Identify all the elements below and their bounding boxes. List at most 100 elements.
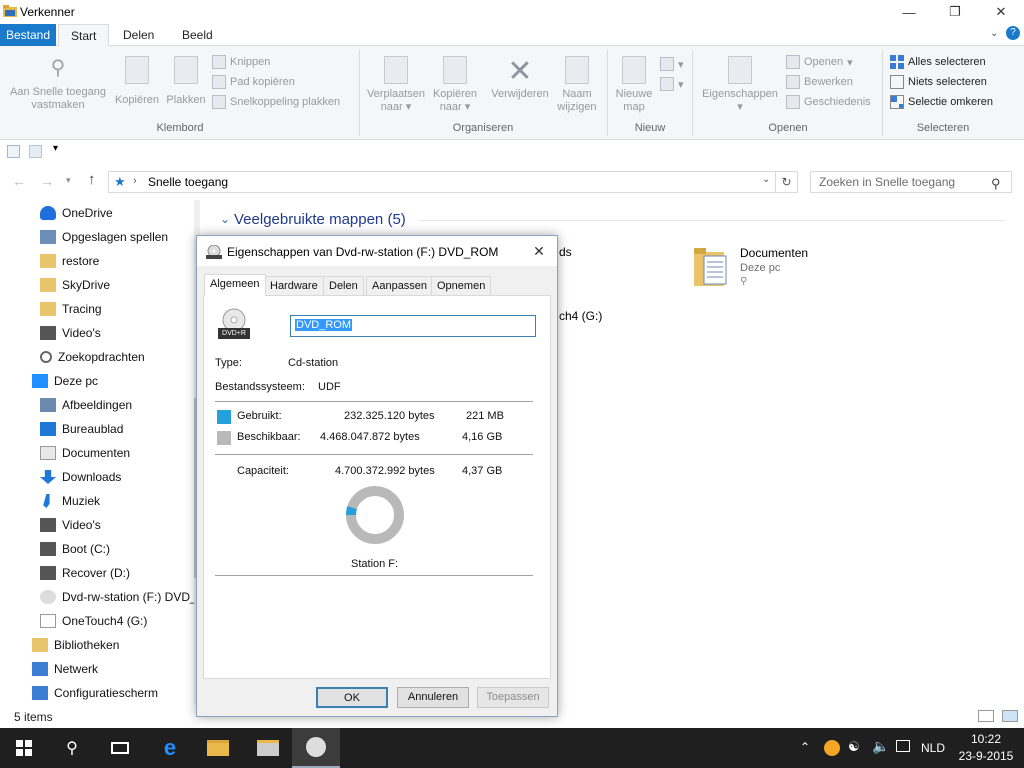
- nav-item[interactable]: Tracing: [0, 297, 194, 321]
- nav-item[interactable]: Configuratiescherm: [0, 681, 194, 705]
- nav-item[interactable]: Dvd-rw-station (F:) DVD_: [0, 585, 197, 609]
- back-icon[interactable]: ←: [12, 173, 26, 189]
- show-hidden-icons-icon[interactable]: ⌃: [800, 740, 810, 754]
- tab-view[interactable]: Beeld: [170, 24, 225, 46]
- explorer-window-icon[interactable]: [244, 728, 292, 768]
- clock[interactable]: 10:22 23-9-2015: [958, 732, 1014, 763]
- forward-icon[interactable]: →: [40, 173, 54, 189]
- pin-quick-access-button[interactable]: ⚲ Aan Snelle toegang vastmaken: [6, 56, 110, 112]
- move-to-button[interactable]: Verplaatsen naar ▾: [364, 56, 428, 114]
- dialog-close-button[interactable]: ✕: [527, 241, 551, 261]
- nav-item[interactable]: Zoekopdrachten: [0, 345, 194, 369]
- recent-chevron-icon[interactable]: ▾: [66, 175, 71, 186]
- properties-checkmark-icon: [728, 56, 752, 84]
- partial-item-label[interactable]: ds: [559, 245, 572, 259]
- refresh-icon[interactable]: ↻: [776, 171, 798, 193]
- volume-name-value: DVD_ROM: [295, 319, 353, 331]
- language-indicator[interactable]: NLD: [921, 741, 945, 755]
- customize-qat-icon[interactable]: ▾: [53, 143, 58, 154]
- paste-button[interactable]: Plakken: [164, 56, 208, 107]
- tab-record[interactable]: Opnemen: [431, 276, 492, 296]
- search-icon[interactable]: ⚲: [48, 728, 96, 768]
- wifi-icon[interactable]: ☯: [848, 739, 860, 755]
- new-folder-qat-icon[interactable]: [29, 145, 42, 158]
- search-input[interactable]: Zoeken in Snelle toegang ⚲: [810, 171, 1012, 193]
- select-all-button[interactable]: Alles selecteren: [890, 52, 993, 72]
- apply-button[interactable]: Toepassen: [477, 687, 549, 708]
- nav-item[interactable]: SkyDrive: [0, 273, 194, 297]
- delete-button[interactable]: ✕ Verwijderen: [486, 56, 554, 101]
- address-dropdown-icon[interactable]: ⌄: [762, 174, 770, 185]
- address-bar[interactable]: ★ › Snelle toegang ⌄: [108, 171, 776, 193]
- nav-item[interactable]: Bureaublad: [0, 417, 194, 441]
- task-view-icon[interactable]: [96, 728, 144, 768]
- open-group-label: Openen: [768, 122, 808, 134]
- edge-icon[interactable]: e: [146, 728, 194, 768]
- partial-item-label-2[interactable]: ch4 (G:): [559, 309, 602, 323]
- nav-item[interactable]: restore: [0, 249, 194, 273]
- notifications-icon[interactable]: [896, 740, 910, 752]
- cancel-button[interactable]: Annuleren: [397, 687, 469, 708]
- tab-general[interactable]: Algemeen: [204, 274, 266, 296]
- nav-item[interactable]: Afbeeldingen: [0, 393, 194, 417]
- collapse-chevron-icon[interactable]: ⌄: [220, 212, 230, 226]
- start-button[interactable]: [0, 728, 48, 768]
- volume-icon[interactable]: 🔈: [872, 738, 889, 755]
- open-button[interactable]: Openen ▾: [786, 52, 871, 72]
- tab-share[interactable]: Delen: [111, 24, 166, 46]
- cut-button[interactable]: Knippen: [212, 52, 340, 72]
- history-button[interactable]: Geschiedenis: [786, 92, 871, 112]
- nav-item[interactable]: Bibliotheken: [0, 633, 194, 657]
- properties-button[interactable]: Eigenschappen ▾: [698, 56, 782, 114]
- invert-selection-button[interactable]: Selectie omkeren: [890, 92, 993, 112]
- nav-item[interactable]: Deze pc: [0, 369, 194, 393]
- explorer-icon[interactable]: [194, 728, 242, 768]
- select-none-button[interactable]: Niets selecteren: [890, 72, 993, 92]
- volume-name-input[interactable]: DVD_ROM: [290, 315, 536, 337]
- dvd-taskbar-icon[interactable]: [292, 728, 340, 768]
- copy-to-button[interactable]: Kopiëren naar ▾: [428, 56, 482, 114]
- documents-tile[interactable]: Documenten Deze pc ⚲: [694, 244, 854, 294]
- nav-item[interactable]: Muziek: [0, 489, 194, 513]
- close-button[interactable]: ✕: [978, 0, 1024, 24]
- nav-item[interactable]: Recover (D:): [0, 561, 194, 585]
- minimize-button[interactable]: —: [886, 0, 932, 24]
- ok-button[interactable]: OK: [316, 687, 388, 708]
- tray-app-icon[interactable]: [824, 740, 840, 756]
- chevron-down-icon[interactable]: ⌄: [990, 28, 998, 39]
- nav-item[interactable]: Documenten: [0, 441, 194, 465]
- tab-sharing[interactable]: Delen: [323, 276, 364, 296]
- nav-item[interactable]: Boot (C:): [0, 537, 194, 561]
- nav-item[interactable]: Video's: [0, 513, 194, 537]
- edit-button[interactable]: Bewerken: [786, 72, 871, 92]
- details-view-icon[interactable]: [978, 710, 994, 722]
- nav-item[interactable]: Downloads: [0, 465, 194, 489]
- copy-path-button[interactable]: Pad kopiëren: [212, 72, 340, 92]
- nav-item[interactable]: Netwerk: [0, 657, 194, 681]
- nav-item[interactable]: Opgeslagen spellen: [0, 225, 194, 249]
- search-icon: [40, 351, 52, 363]
- nav-item[interactable]: OneDrive: [0, 201, 194, 225]
- rename-button[interactable]: Naam wijzigen: [554, 56, 600, 114]
- folder-icon: [40, 254, 56, 268]
- up-icon[interactable]: ↑: [88, 171, 96, 188]
- new-item-button[interactable]: ▾: [660, 54, 684, 74]
- copy-button[interactable]: Kopiëren: [112, 56, 162, 107]
- tiles-view-icon[interactable]: [1002, 710, 1018, 722]
- properties-qat-icon[interactable]: [7, 145, 20, 158]
- new-folder-button[interactable]: Nieuwe map: [612, 56, 656, 114]
- organize-group-label: Organiseren: [452, 122, 514, 134]
- tab-hardware[interactable]: Hardware: [264, 276, 324, 296]
- section-title[interactable]: Veelgebruikte mappen (5): [234, 211, 406, 228]
- nav-item[interactable]: Video's: [0, 321, 194, 345]
- tab-start[interactable]: Start: [58, 24, 110, 47]
- nav-item[interactable]: OneTouch4 (G:): [0, 609, 194, 633]
- paste-shortcut-button[interactable]: Snelkoppeling plakken: [212, 92, 340, 112]
- tab-file[interactable]: Bestand: [0, 24, 56, 46]
- tab-customize[interactable]: Aanpassen: [366, 276, 434, 296]
- desktop-icon: [40, 422, 56, 436]
- help-icon[interactable]: ?: [1006, 26, 1020, 40]
- breadcrumb[interactable]: Snelle toegang: [148, 175, 228, 189]
- maximize-button[interactable]: ❐: [932, 0, 978, 24]
- easy-access-button[interactable]: ▾: [660, 74, 684, 94]
